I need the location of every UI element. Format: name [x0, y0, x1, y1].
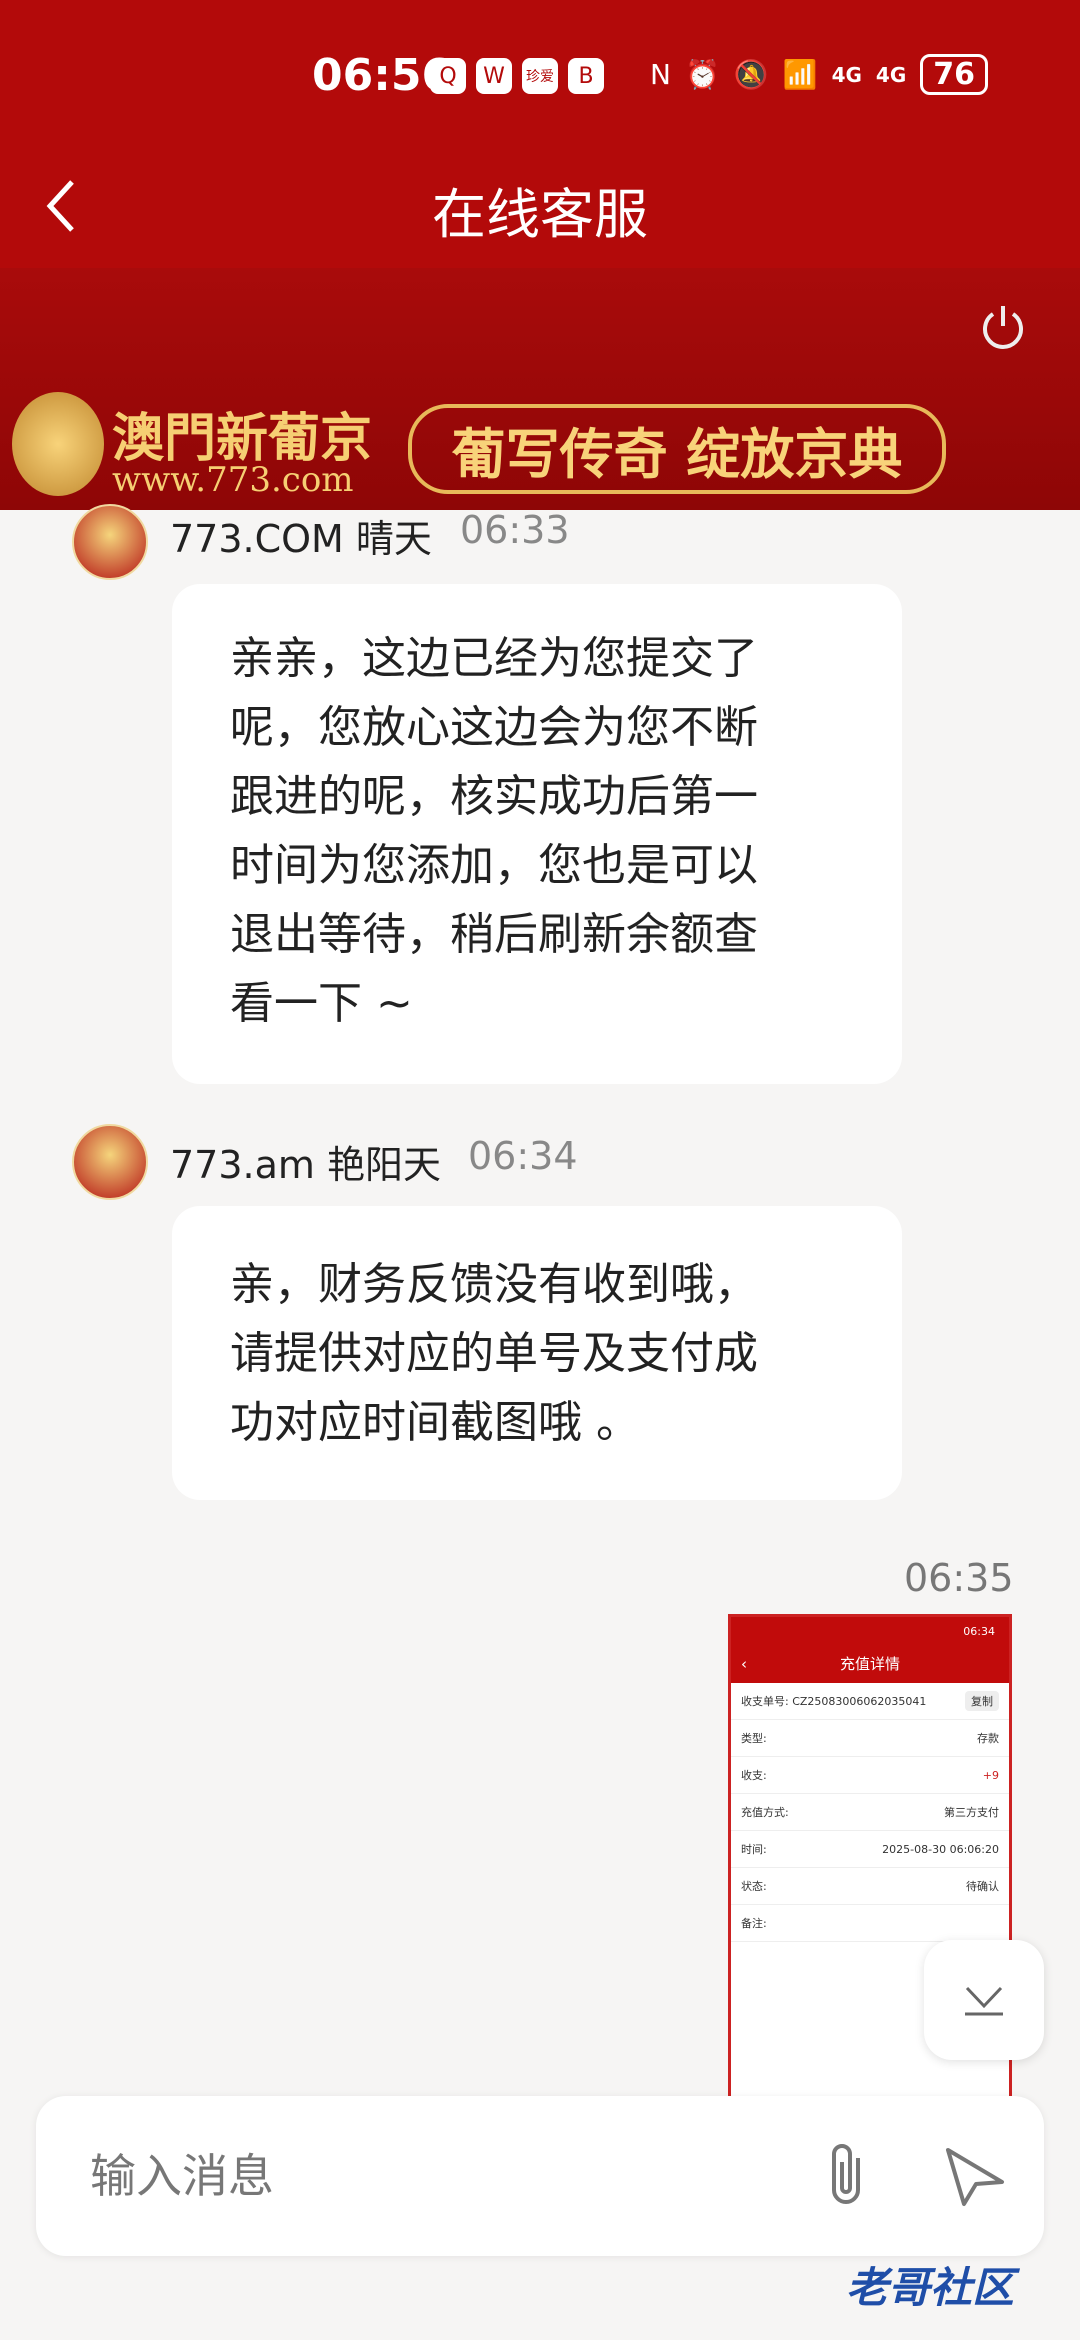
shot-copy-button: 复制	[965, 1691, 999, 1711]
nfc-icon: N	[650, 58, 671, 91]
shot-order-no: CZ25083006062035041	[792, 1695, 927, 1708]
message-text: 亲亲，这边已经为您提交了 呢，您放心这边会为您不断 跟进的呢，核实成功后第一 时…	[230, 633, 758, 1029]
shot-row-label: 充值方式:	[741, 1806, 789, 1819]
agent-avatar	[72, 1124, 148, 1200]
shot-row-value: 存款	[977, 1732, 999, 1745]
shot-row-label: 状态:	[741, 1880, 767, 1893]
brand-logo	[12, 392, 104, 496]
promo-banner: 澳門新葡京 www.773.com 葡写传奇 绽放京典	[0, 268, 1080, 510]
battery-indicator: 76	[920, 54, 989, 95]
header-bar: 06:56 Q W 珍爱 B N ⏰ 🔕 📶 4G 4G 76 在线客服 澳門新…	[0, 0, 1080, 510]
shot-row-value: 2025-08-30 06:06:20	[882, 1842, 999, 1856]
brand-slogan: 葡写传奇 绽放京典	[408, 404, 946, 494]
shot-title: ‹ 充值详情	[731, 1647, 1009, 1683]
sender-name: 773.am 艳阳天	[170, 1143, 441, 1187]
attachment-icon[interactable]	[818, 2140, 878, 2210]
my-message-time: 06:35	[904, 1556, 1014, 1600]
shot-title-text: 充值详情	[839, 1655, 900, 1673]
brand-url: www.773.com	[112, 460, 354, 500]
mute-icon: 🔕	[733, 58, 769, 91]
chevron-down-icon	[965, 1986, 1003, 2016]
wechat-icon: W	[476, 58, 512, 94]
message-time: 06:34	[468, 1134, 578, 1178]
shot-row-label: 时间:	[741, 1843, 767, 1856]
app-icon: 珍爱	[522, 58, 558, 94]
message-text: 亲，财务反馈没有收到哦， 请提供对应的单号及支付成 功对应时间截图哦 。	[230, 1259, 758, 1448]
shot-row: 类型: 存款	[731, 1720, 1009, 1757]
bank-icon: B	[568, 58, 604, 94]
watermark-logo: 老哥社区	[846, 2263, 1015, 2312]
shot-order-row: 收支单号: CZ25083006062035041 复制	[731, 1683, 1009, 1720]
agent-avatar	[72, 504, 148, 580]
shot-row: 备注:	[731, 1905, 1009, 1942]
shot-row: 收支: +9	[731, 1757, 1009, 1794]
shot-row-label: 备注:	[741, 1917, 767, 1930]
shot-row-label: 类型:	[741, 1732, 767, 1745]
wifi-icon: 📶	[782, 58, 818, 91]
system-icons: N ⏰ 🔕 📶 4G 4G 76	[650, 54, 989, 95]
message-time: 06:33	[460, 508, 570, 552]
shot-order-label: 收支单号:	[741, 1695, 789, 1708]
message-bubble: 亲亲，这边已经为您提交了 呢，您放心这边会为您不断 跟进的呢，核实成功后第一 时…	[172, 584, 902, 1084]
page-title: 在线客服	[432, 183, 648, 246]
alarm-icon: ⏰	[684, 58, 720, 91]
scroll-to-bottom-button[interactable]	[924, 1940, 1044, 2060]
message-bubble: 亲，财务反馈没有收到哦， 请提供对应的单号及支付成 功对应时间截图哦 。	[172, 1206, 902, 1500]
shot-back-icon: ‹	[741, 1655, 747, 1673]
shot-status-bar: 06:34	[731, 1617, 1009, 1647]
message-composer	[36, 2096, 1044, 2256]
status-bar: 06:56 Q W 珍爱 B N ⏰ 🔕 📶 4G 4G 76	[0, 40, 1080, 120]
qq-icon: Q	[430, 58, 466, 94]
shot-row: 充值方式: 第三方支付	[731, 1794, 1009, 1831]
notification-icons: Q W 珍爱 B	[430, 58, 604, 94]
signal-label-2: 4G	[875, 62, 907, 87]
shot-row: 状态: 待确认	[731, 1868, 1009, 1905]
sender-name: 773.COM 晴天	[170, 517, 432, 561]
shot-row-value: 待确认	[966, 1880, 999, 1893]
shot-row-value: +9	[982, 1768, 999, 1782]
shot-row-label: 收支:	[741, 1769, 767, 1782]
power-icon[interactable]	[976, 300, 1030, 354]
send-icon[interactable]	[940, 2140, 1010, 2210]
shot-row-value: 第三方支付	[944, 1806, 999, 1819]
shot-row: 时间: 2025-08-30 06:06:20	[731, 1831, 1009, 1868]
message-input[interactable]	[88, 2140, 812, 2212]
signal-label: 4G	[831, 62, 862, 87]
